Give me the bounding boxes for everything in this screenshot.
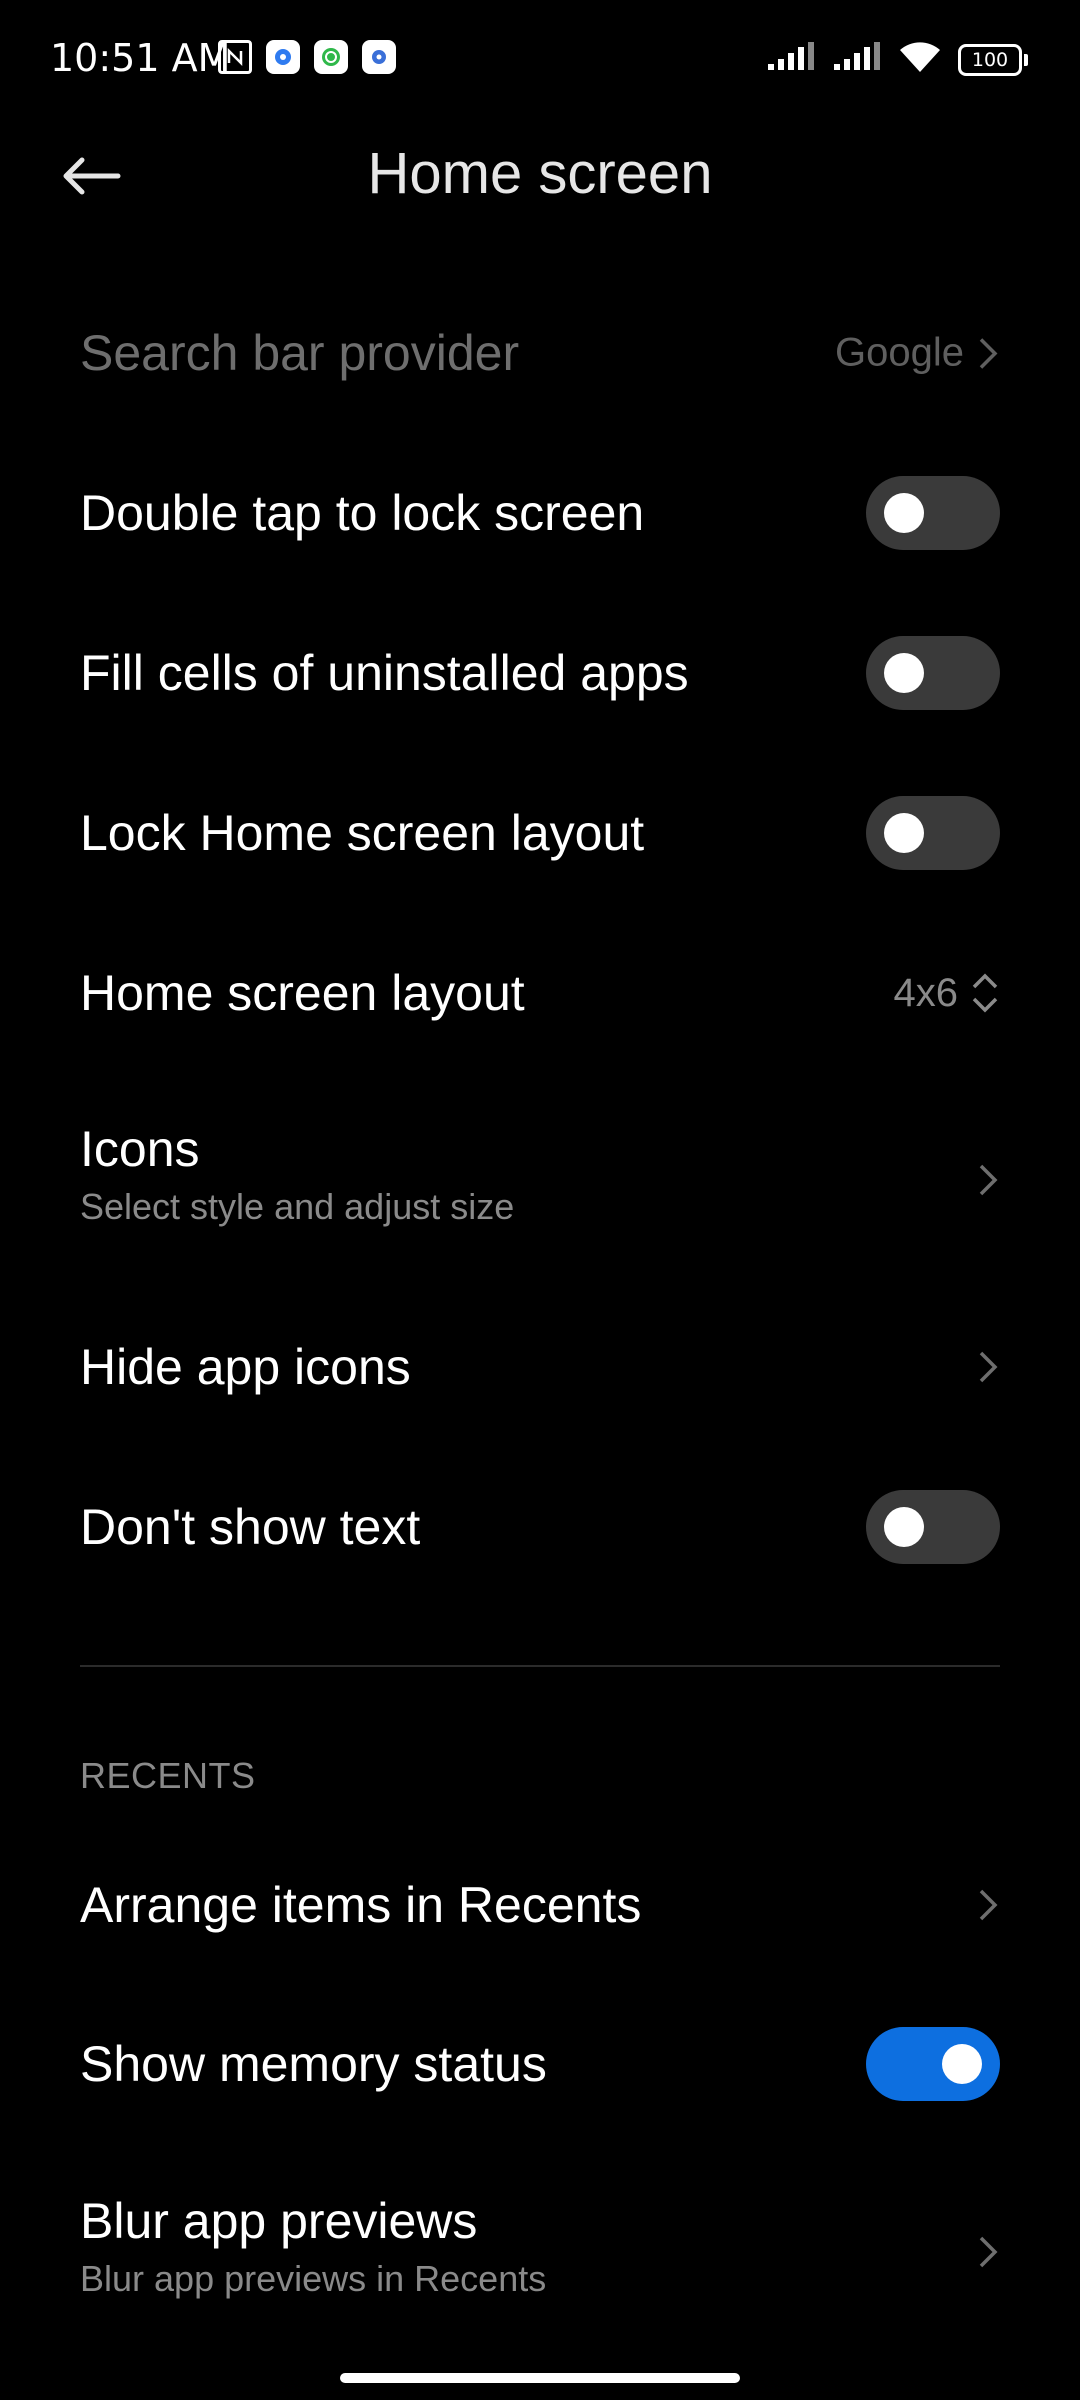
setting-label: Icons <box>80 1121 200 1177</box>
setting-hide-app-icons[interactable]: Hide app icons <box>80 1332 1000 1402</box>
home-indicator[interactable] <box>340 2373 740 2383</box>
setting-fill-cells[interactable]: Fill cells of uninstalled apps <box>80 636 1000 710</box>
toggle-switch[interactable] <box>866 2027 1000 2101</box>
page-title: Home screen <box>367 141 713 206</box>
toggle-switch[interactable] <box>866 476 1000 550</box>
status-right: 100 <box>766 40 1028 79</box>
setting-label: Home screen layout <box>80 965 525 1021</box>
setting-blur-app-previews[interactable]: Blur app previews Blur app previews in R… <box>80 2192 1000 2312</box>
setting-label: Don't show text <box>80 1499 421 1555</box>
setting-label: Arrange items in Recents <box>80 1877 642 1933</box>
nfc-icon <box>218 40 252 74</box>
setting-right <box>866 476 1000 550</box>
settings-gear-icon <box>362 40 396 74</box>
circle-app-icon <box>314 40 348 74</box>
up-down-chevron-icon <box>972 973 998 1013</box>
header: Home screen <box>0 118 1080 228</box>
setting-right: 4x6 <box>894 970 1001 1016</box>
chevron-right-icon <box>979 337 998 369</box>
setting-value: Google <box>835 330 964 375</box>
setting-right <box>866 1490 1000 1564</box>
setting-label: Show memory status <box>80 2036 547 2092</box>
toggle-knob <box>884 1507 924 1547</box>
setting-right: Google <box>835 331 1000 376</box>
setting-right <box>976 1347 1000 1387</box>
setting-right <box>976 1885 1000 1925</box>
setting-right <box>866 636 1000 710</box>
status-bar: 10:51 AM 100 <box>0 0 1080 118</box>
settings-gear-icon <box>266 40 300 74</box>
signal-icon <box>766 42 816 77</box>
setting-dont-show-text[interactable]: Don't show text <box>80 1490 1000 1564</box>
toggle-switch[interactable] <box>866 636 1000 710</box>
setting-right <box>976 2232 1000 2272</box>
setting-double-tap-lock[interactable]: Double tap to lock screen <box>80 476 1000 550</box>
toggle-knob <box>884 653 924 693</box>
setting-label: Hide app icons <box>80 1339 411 1395</box>
toggle-switch[interactable] <box>866 796 1000 870</box>
setting-search-bar-provider[interactable]: Search bar provider Google <box>80 318 1000 388</box>
battery-icon: 100 <box>958 43 1028 76</box>
setting-arrange-recents[interactable]: Arrange items in Recents <box>80 1870 1000 1940</box>
toggle-knob <box>884 493 924 533</box>
setting-right <box>866 796 1000 870</box>
setting-label: Lock Home screen layout <box>80 805 645 861</box>
setting-icons[interactable]: Icons Select style and adjust size <box>80 1120 1000 1240</box>
chevron-right-icon <box>979 1351 998 1383</box>
setting-label: Double tap to lock screen <box>80 485 645 541</box>
chevron-right-icon <box>979 1164 998 1196</box>
toggle-knob <box>942 2044 982 2084</box>
setting-right <box>866 2027 1000 2101</box>
setting-sublabel: Select style and adjust size <box>80 1186 515 1227</box>
setting-right <box>976 1160 1000 1200</box>
chevron-right-icon <box>979 2236 998 2268</box>
setting-show-memory-status[interactable]: Show memory status <box>80 2027 1000 2101</box>
setting-label: Fill cells of uninstalled apps <box>80 645 689 701</box>
section-header-recents: RECENTS <box>80 1755 256 1796</box>
toggle-knob <box>884 813 924 853</box>
toggle-switch[interactable] <box>866 1490 1000 1564</box>
chevron-right-icon <box>979 1889 998 1921</box>
setting-lock-layout[interactable]: Lock Home screen layout <box>80 796 1000 870</box>
setting-sublabel: Blur app previews in Recents <box>80 2258 547 2299</box>
section-divider <box>80 1665 1000 1667</box>
setting-home-screen-layout[interactable]: Home screen layout 4x6 <box>80 958 1000 1028</box>
signal-icon <box>832 42 882 77</box>
wifi-icon <box>898 40 942 79</box>
notification-icons <box>218 40 396 76</box>
setting-value: 4x6 <box>893 970 959 1015</box>
setting-label: Blur app previews <box>80 2193 478 2249</box>
status-time: 10:51 AM <box>50 36 231 80</box>
